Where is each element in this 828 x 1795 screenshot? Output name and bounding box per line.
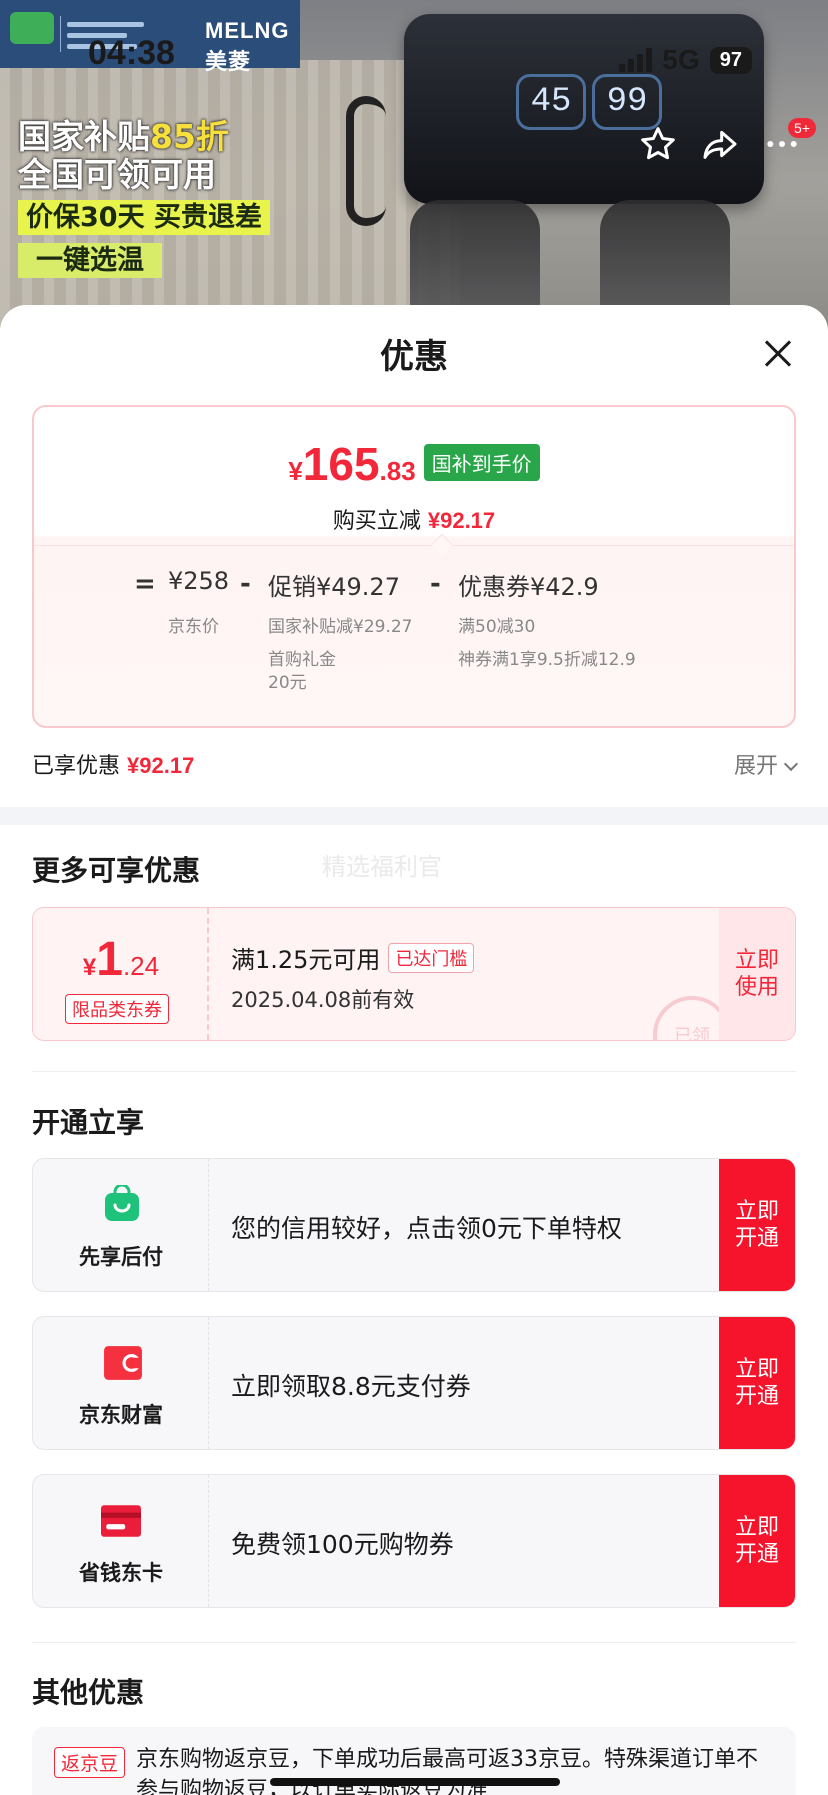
price-breakdown-card: ¥165.83 国补到手价 购买立减 ¥92.17 = ¥258 京东价 - 促… (32, 405, 796, 728)
final-price: ¥165.83 (288, 438, 416, 490)
volume-dial: 99 (592, 74, 662, 130)
signal-icon (619, 48, 653, 72)
open-section-title: 开通立享 (32, 1106, 145, 1139)
minus-sign: - (240, 569, 251, 599)
instant-discount: 购买立减 ¥92.17 (332, 508, 496, 534)
coupon-card[interactable]: ¥1.24 限品类东券 满1.25元可用 已达门槛 2025.04.08前有效 已… (32, 907, 796, 1041)
threshold-reached-tag: 已达门槛 (388, 943, 475, 973)
open-card-name: 京东财富 (79, 1403, 163, 1427)
open-card-pay-later[interactable]: 先享后付 您的信用较好，点击领0元下单特权 立即 开通 (32, 1158, 796, 1292)
status-time: 04:38 (88, 34, 175, 72)
open-now-button[interactable]: 立即 开通 (719, 1317, 795, 1449)
coupon-amount: ¥1.24 (82, 933, 160, 986)
network-type: 5G (662, 44, 700, 75)
promo-note-gift: 首购礼金 (268, 650, 336, 670)
open-card-text: 立即领取8.8元支付券 (231, 1372, 471, 1401)
share-icon[interactable] (700, 124, 740, 164)
close-icon[interactable] (764, 339, 792, 367)
bean-rebate-tag: 返京豆 (54, 1747, 126, 1778)
pointer-notch (430, 533, 454, 557)
discount-sheet: 优惠 ¥165.83 国补到手价 购买立减 ¥92.17 = ¥258 京东价 … (0, 305, 828, 1795)
shopping-bag-icon (105, 1185, 139, 1221)
wallet-icon (104, 1346, 142, 1380)
battery-icon: 97 (709, 46, 752, 74)
sheet-title: 优惠 (380, 337, 448, 377)
other-offers-title: 其他优惠 (32, 1676, 145, 1709)
promo-note-gift-amount: 20元 (268, 673, 307, 693)
coupon-type-tag: 限品类东券 (65, 994, 169, 1024)
promo-line1b: 85折 (150, 117, 229, 156)
message-badge: 5+ (788, 118, 816, 138)
minus-sign: - (430, 569, 441, 599)
open-card-name: 省钱东卡 (79, 1561, 163, 1585)
coupon-condition: 满1.25元可用 已达门槛 (231, 940, 475, 976)
brand-name: MELNG美菱 (205, 18, 290, 74)
home-indicator[interactable] (270, 1778, 560, 1786)
divider (32, 1642, 796, 1643)
open-card-name: 先享后付 (79, 1245, 163, 1269)
coupon-validity: 2025.04.08前有效 (231, 988, 415, 1012)
promo-line2: 全国可领可用 (18, 154, 216, 194)
open-now-button[interactable]: 立即 开通 (719, 1475, 795, 1607)
open-card-jd-wealth[interactable]: 京东财富 立即领取8.8元支付券 立即 开通 (32, 1316, 796, 1450)
subsidy-price-tag: 国补到手价 (423, 444, 540, 481)
divider (34, 545, 794, 546)
chevron-down-icon (783, 756, 799, 772)
promo-discount: 促销¥49.27 (268, 573, 400, 601)
more-offers-title: 更多可享优惠 (32, 854, 201, 887)
open-now-button[interactable]: 立即 开通 (719, 1159, 795, 1291)
open-card-text: 您的信用较好，点击领0元下单特权 (231, 1214, 622, 1243)
base-price: ¥258 (168, 567, 230, 595)
coupon-discount: 优惠券¥42.9 (458, 573, 599, 601)
promo-line1a: 国家补贴 (18, 117, 150, 156)
watermark: 精选福利官 (322, 853, 442, 881)
promo-note-subsidy: 国家补贴减¥29.27 (268, 617, 413, 637)
promo-text: 国家补贴85折 全国可领可用 价保30天 买贵退差 一键选温 (18, 118, 270, 278)
coupon-note-2: 神券满1享9.5折减12.9 (458, 650, 636, 670)
bean-rebate-text: 京东购物返京豆，下单成功后最高可返33京豆。特殊渠道订单不参与购物返豆，以订单实… (136, 1747, 758, 1795)
product-image: MELNG美菱 45 99 国家补贴85折 全国可领可用 价保30天 买贵退差 … (0, 0, 828, 330)
favorite-star-icon[interactable] (638, 124, 678, 164)
coupon-note-1: 满50减30 (458, 617, 536, 637)
kettle-handle (346, 96, 386, 226)
open-card-text: 免费领100元购物券 (231, 1530, 454, 1559)
temperature-dial: 45 (516, 74, 586, 130)
event-logo (10, 12, 54, 44)
divider (32, 1071, 796, 1072)
enjoyed-discount: 已享优惠 ¥92.17 (32, 753, 195, 779)
card-icon (101, 1505, 141, 1537)
base-price-label: 京东价 (168, 617, 219, 637)
equals-sign: = (134, 569, 156, 599)
promo-line3: 价保30天 买贵退差 (18, 199, 270, 235)
expand-button[interactable]: 展开 (734, 748, 799, 780)
section-gap (0, 807, 828, 825)
open-card-savings-card[interactable]: 省钱东卡 免费领100元购物券 立即 开通 (32, 1474, 796, 1608)
promo-line4: 一键选温 (18, 242, 162, 278)
status-indicators: 5G 97 (619, 44, 752, 76)
water-dispenser-panel: 45 99 (404, 14, 764, 204)
use-now-button[interactable]: 立即 使用 (719, 908, 795, 1040)
hero-actions (638, 124, 802, 164)
